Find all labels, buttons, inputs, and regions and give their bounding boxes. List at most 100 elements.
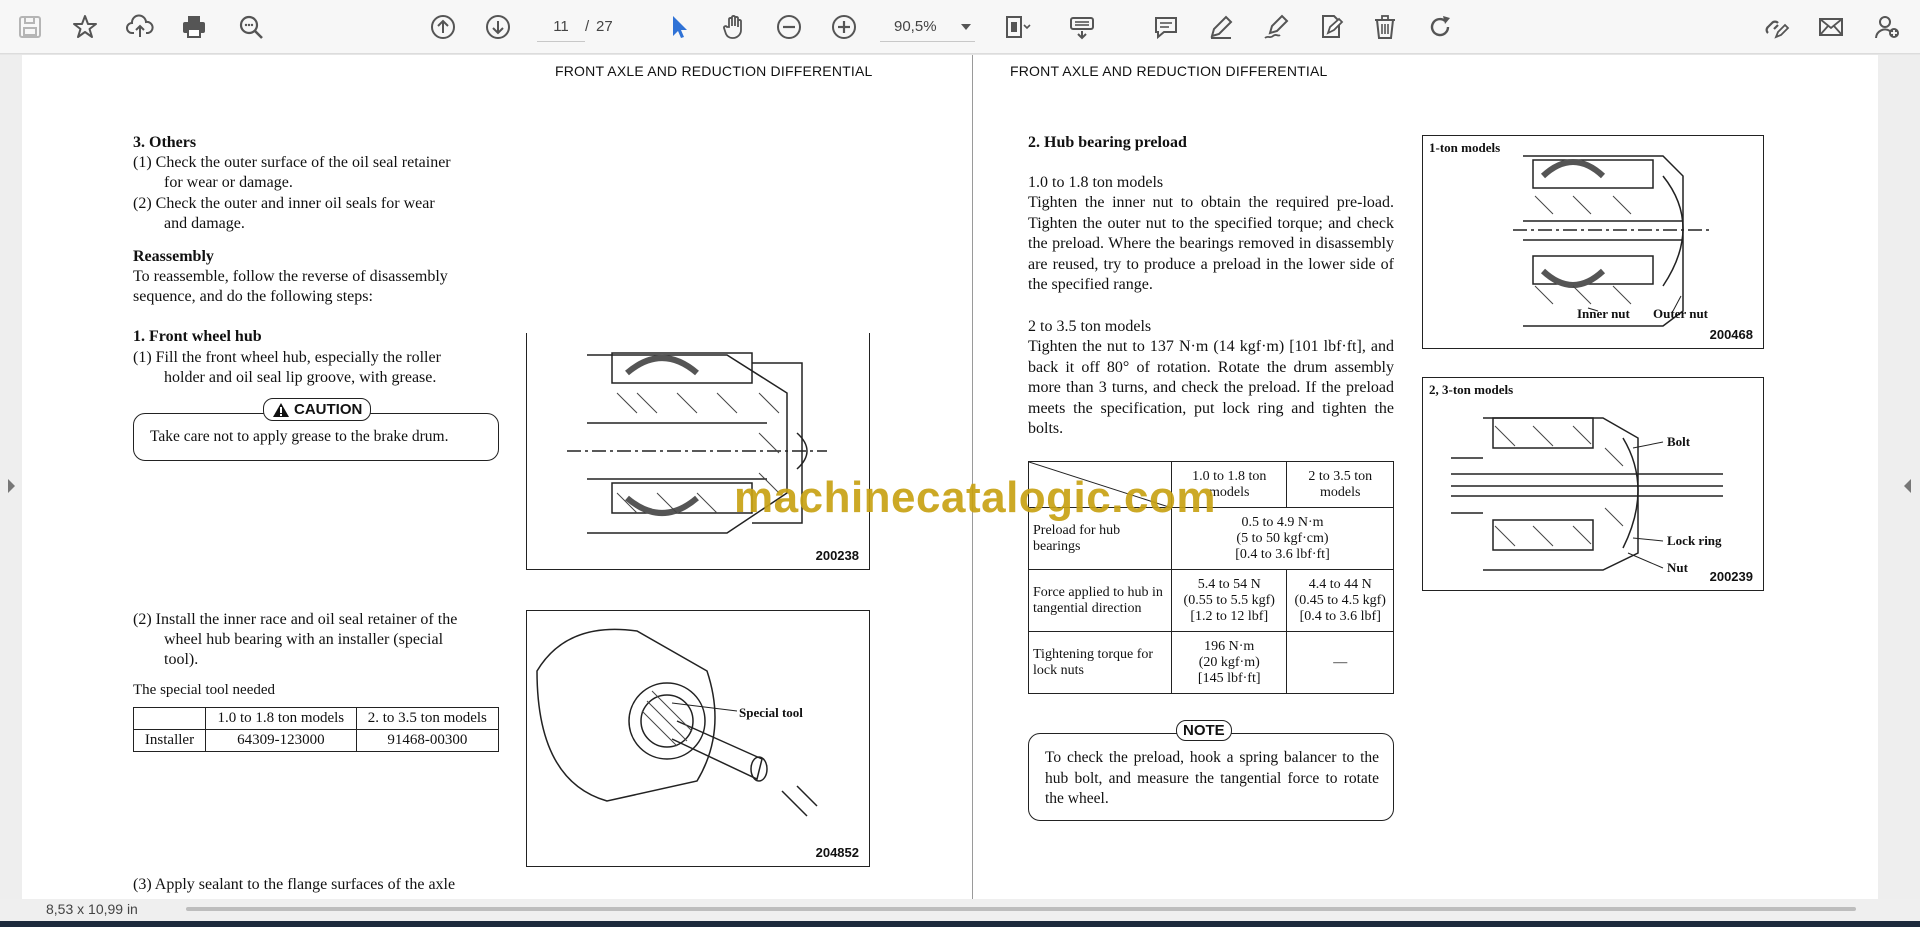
figure-front-hub: 200238 <box>526 333 870 570</box>
horizontal-scrollbar[interactable] <box>186 907 1856 911</box>
right-running-head: FRONT AXLE AND REDUCTION DIFFERENTIAL <box>1010 63 1328 79</box>
document-page-spread: FRONT AXLE AND REDUCTION DIFFERENTIAL 3.… <box>22 55 1878 899</box>
star-icon <box>73 15 97 38</box>
figure-2-3-ton-models: 2, 3-ton models Bolt Lock ring Nut 20023… <box>1422 377 1764 591</box>
chevron-down-icon <box>961 24 971 30</box>
caution-label: CAUTION <box>294 401 363 418</box>
front-hub-item-1: (1) Fill the front wheel hub, especially… <box>133 349 441 366</box>
zoom-in-button[interactable] <box>825 8 863 46</box>
left-panel-toggle[interactable] <box>0 55 22 927</box>
install-item-2-cont2: tool). <box>164 651 199 668</box>
front-hub-item-1-cont: holder and oil seal lip groove, with gre… <box>164 369 437 386</box>
keyboard-icon <box>1070 17 1094 40</box>
left-running-head: FRONT AXLE AND REDUCTION DIFFERENTIAL <box>555 63 873 79</box>
envelope-icon <box>1819 18 1843 36</box>
large-models-title: 2 to 3.5 ton models <box>1028 318 1152 335</box>
page-fit-button[interactable] <box>998 8 1036 46</box>
email-button[interactable] <box>1812 8 1850 46</box>
print-button[interactable] <box>175 8 213 46</box>
special-tool-table: 1.0 to 1.8 ton models 2. to 3.5 ton mode… <box>133 707 500 752</box>
table-cell: Tightening torque for lock nuts <box>1028 631 1172 694</box>
page-size-readout: 8,53 x 10,99 in <box>46 901 138 917</box>
page-number-input[interactable]: 11 <box>537 12 585 42</box>
table-row: 1.0 to 1.8 ton models 2. to 3.5 ton mode… <box>133 707 500 730</box>
warning-triangle-icon <box>273 402 289 417</box>
os-taskbar <box>0 921 1920 927</box>
table-row: Installer 64309-123000 91468-00300 <box>133 729 500 752</box>
figure-number-200239: 200239 <box>1709 569 1753 584</box>
lock-ring-label: Lock ring <box>1667 533 1722 548</box>
highlight-button[interactable] <box>1202 8 1240 46</box>
hand-tool-button[interactable] <box>715 8 753 46</box>
user-add-icon <box>1875 16 1899 39</box>
hand-icon <box>723 15 742 39</box>
find-button[interactable] <box>232 8 270 46</box>
draw-button[interactable] <box>1257 8 1295 46</box>
table-cell: 196 N·m (20 kgf·m) [145 lbf·ft] <box>1170 631 1288 694</box>
table-cell: Installer <box>133 729 206 752</box>
select-tool-button[interactable] <box>660 8 698 46</box>
account-button[interactable] <box>1868 8 1906 46</box>
table-header: 1.0 to 1.8 ton models <box>205 707 357 730</box>
figure-caption: 1-ton models <box>1429 140 1501 155</box>
note-text: To check the preload, hook a spring bala… <box>1045 749 1379 807</box>
reassembly-text-2: sequence, and do the following steps: <box>133 288 373 305</box>
special-tool-needed: The special tool needed <box>133 682 276 698</box>
figure-number-204852: 204852 <box>815 845 859 860</box>
document-viewport[interactable]: FRONT AXLE AND REDUCTION DIFFERENTIAL 3.… <box>0 55 1920 927</box>
redo-button[interactable] <box>1421 8 1459 46</box>
others-item-2: (2) Check the outer and inner oil seals … <box>133 195 435 212</box>
page-total: 27 <box>596 18 613 35</box>
small-models-text: Tighten the inner nut to obtain the requ… <box>1028 194 1394 293</box>
hub-section-drawing <box>567 352 827 534</box>
preload-heading: 2. Hub bearing preload <box>1028 134 1187 151</box>
zoom-level-value: 90,5% <box>894 18 937 35</box>
others-heading: 3. Others <box>133 134 197 151</box>
zoom-level-dropdown[interactable]: 90,5% <box>880 12 975 42</box>
others-item-2-cont: and damage. <box>164 215 245 232</box>
note-box: To check the preload, hook a spring bala… <box>1028 733 1394 821</box>
next-page-button[interactable] <box>479 8 517 46</box>
nut-label: Nut <box>1667 560 1688 575</box>
table-cell: 5.4 to 54 N (0.55 to 5.5 kgf) [1.2 to 12… <box>1170 569 1288 632</box>
arrow-up-circle-icon <box>431 15 455 39</box>
plus-circle-icon <box>832 15 856 39</box>
previous-page-button[interactable] <box>424 8 462 46</box>
sealant-item-3: (3) Apply sealant to the flange surfaces… <box>133 876 456 893</box>
figure-caption: 2, 3-ton models <box>1429 382 1514 397</box>
upload-cloud-button[interactable] <box>121 8 159 46</box>
delete-button[interactable] <box>1366 8 1404 46</box>
sign-document-icon <box>1322 15 1344 38</box>
others-item-1-cont: for wear or damage. <box>164 174 293 191</box>
bookmark-star-button[interactable] <box>66 8 104 46</box>
save-button[interactable] <box>11 8 49 46</box>
table-row: Force applied to hub in tangential direc… <box>1028 569 1394 632</box>
cursor-arrow-icon <box>673 16 687 38</box>
pencil-scribble-icon <box>1264 14 1289 39</box>
inner-nut-label: Inner nut <box>1577 306 1630 321</box>
caution-text: Take care not to apply grease to the bra… <box>150 428 449 445</box>
comment-button[interactable] <box>1147 8 1185 46</box>
minus-circle-icon <box>777 15 801 39</box>
chevron-left-icon <box>1904 479 1911 493</box>
save-icon <box>19 16 41 38</box>
hub-2-3ton-drawing <box>1451 417 1723 571</box>
table-header: 2. to 3.5 ton models <box>355 707 500 730</box>
zoom-out-button[interactable] <box>770 8 808 46</box>
trash-icon <box>1375 15 1395 39</box>
keyboard-tools-button[interactable] <box>1063 8 1101 46</box>
front-hub-heading: 1. Front wheel hub <box>133 328 262 345</box>
rotate-icon <box>1430 16 1450 37</box>
installer-drawing <box>536 628 818 817</box>
right-panel-toggle[interactable] <box>1878 55 1920 927</box>
share-link-button[interactable] <box>1757 8 1795 46</box>
others-item-1: (1) Check the outer surface of the oil s… <box>133 154 451 171</box>
note-tag: NOTE <box>1176 720 1232 741</box>
arrow-down-circle-icon <box>486 15 510 39</box>
comment-icon <box>1155 17 1177 40</box>
table-cell <box>133 707 206 730</box>
install-item-2-cont: wheel hub bearing with an installer (spe… <box>164 631 444 648</box>
pen-icon <box>1210 15 1233 39</box>
sign-button[interactable] <box>1312 8 1350 46</box>
reassembly-text-1: To reassemble, follow the reverse of dis… <box>133 268 448 285</box>
